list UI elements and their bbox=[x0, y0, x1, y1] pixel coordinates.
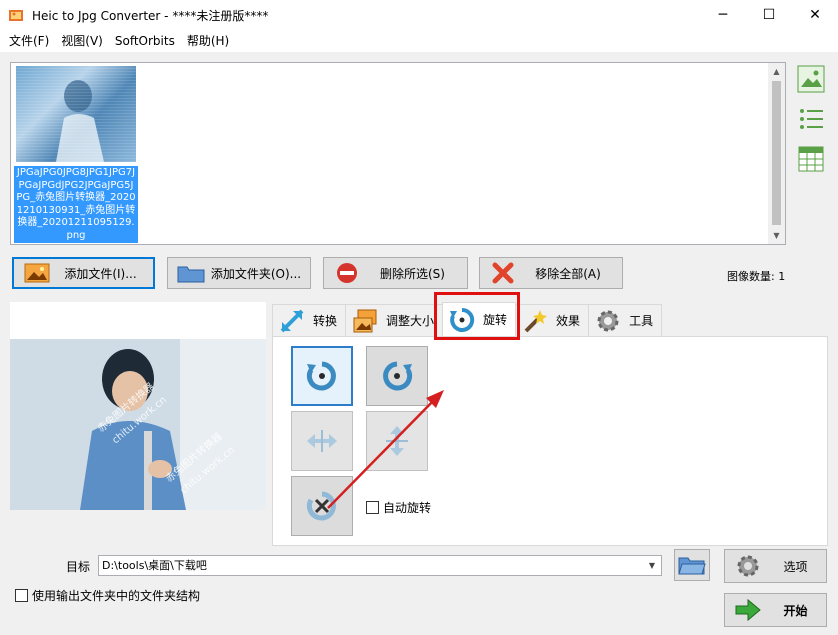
file-list-panel[interactable]: JPGaJPG0JPG8JPG1JPG7JPGaJPGdJPG2JPGaJPG5… bbox=[10, 62, 786, 245]
tab-resize-label: 调整大小 bbox=[386, 314, 435, 328]
window-title: Heic to Jpg Converter - ****未注册版**** bbox=[32, 8, 269, 23]
magic-wand-icon bbox=[522, 308, 548, 334]
menu-softorbits[interactable]: SoftOrbits bbox=[109, 30, 181, 52]
start-arrow-icon bbox=[731, 596, 765, 624]
chevron-down-icon[interactable]: ▼ bbox=[643, 556, 661, 575]
start-button[interactable]: 开始 bbox=[724, 593, 827, 627]
title-bar: Heic to Jpg Converter - ****未注册版**** ─ ☐… bbox=[0, 0, 838, 30]
image-preview: 赤兔图片转换器 chitu.work.cn 赤兔图片转换器 chitu.work… bbox=[10, 302, 266, 510]
target-path-input[interactable]: D:\tools\桌面\下载吧 ▼ bbox=[98, 555, 662, 576]
tab-tools-label: 工具 bbox=[629, 314, 654, 328]
tab-convert[interactable]: 转换 bbox=[272, 304, 347, 336]
menu-bar: 文件(F) 视图(V) SoftOrbits 帮助(H) bbox=[0, 30, 838, 52]
scrollbar-thumb[interactable] bbox=[772, 81, 781, 225]
settings-gear-icon bbox=[731, 552, 765, 580]
file-thumbnail-item[interactable]: JPGaJPG0JPG8JPG1JPG7JPGaJPGdJPG2JPGaJPG5… bbox=[14, 66, 138, 243]
delete-selected-label: 删除所选(S) bbox=[380, 266, 445, 281]
no-entry-icon bbox=[330, 261, 364, 285]
tab-effects[interactable]: 效果 bbox=[515, 304, 590, 336]
menu-help[interactable]: 帮助(H) bbox=[181, 30, 235, 52]
keep-folder-structure-label: 使用输出文件夹中的文件夹结构 bbox=[32, 589, 201, 603]
options-label: 选项 bbox=[783, 559, 808, 574]
gear-icon bbox=[595, 308, 621, 334]
tab-convert-label: 转换 bbox=[313, 314, 338, 328]
add-folder-label: 添加文件夹(O)... bbox=[210, 266, 302, 281]
add-file-label: 添加文件(I)... bbox=[64, 266, 137, 281]
menu-view[interactable]: 视图(V) bbox=[55, 30, 109, 52]
scroll-down-icon[interactable]: ▼ bbox=[768, 227, 785, 244]
thumbnail-image bbox=[16, 66, 136, 162]
browse-folder-button[interactable] bbox=[674, 549, 710, 581]
image-count-text: 图像数量: 1 bbox=[727, 270, 786, 283]
keep-folder-structure-checkbox[interactable]: 使用输出文件夹中的文件夹结构 bbox=[15, 587, 200, 604]
target-path-value: D:\tools\桌面\下载吧 bbox=[102, 559, 207, 572]
close-button[interactable]: ✕ bbox=[792, 0, 838, 30]
tab-resize[interactable]: 调整大小 bbox=[345, 304, 444, 336]
target-label: 目标 bbox=[66, 560, 91, 574]
delete-selected-button[interactable]: 删除所选(S) bbox=[323, 257, 468, 289]
open-folder-icon bbox=[678, 557, 706, 575]
tab-effects-label: 效果 bbox=[556, 314, 581, 328]
resize-arrow-icon bbox=[279, 308, 305, 334]
resize-images-icon bbox=[352, 308, 378, 334]
add-file-button[interactable]: 添加文件(I)... bbox=[12, 257, 155, 289]
scroll-up-icon[interactable]: ▲ bbox=[768, 63, 785, 80]
thumbnail-filename: JPGaJPG0JPG8JPG1JPG7JPGaJPGdJPG2JPGaJPG5… bbox=[14, 166, 138, 243]
remove-all-label: 移除全部(A) bbox=[535, 266, 601, 281]
folder-icon bbox=[174, 261, 208, 285]
maximize-button[interactable]: ☐ bbox=[746, 0, 792, 30]
list-view-icon[interactable] bbox=[797, 105, 825, 133]
menu-file[interactable]: 文件(F) bbox=[3, 30, 55, 52]
start-label: 开始 bbox=[783, 603, 808, 618]
details-view-icon[interactable] bbox=[797, 145, 825, 173]
minimize-button[interactable]: ─ bbox=[700, 0, 746, 30]
preview-background bbox=[10, 302, 266, 339]
remove-all-button[interactable]: 移除全部(A) bbox=[479, 257, 623, 289]
remove-x-icon bbox=[486, 261, 520, 285]
highlight-box-annotation bbox=[434, 292, 520, 340]
annotation-arrow bbox=[327, 390, 444, 509]
thumbnail-view-icon[interactable] bbox=[797, 65, 825, 93]
view-mode-switcher bbox=[797, 65, 827, 185]
tab-tools[interactable]: 工具 bbox=[588, 304, 663, 336]
preview-photo: 赤兔图片转换器 chitu.work.cn 赤兔图片转换器 chitu.work… bbox=[10, 339, 266, 510]
vertical-scrollbar[interactable]: ▲ ▼ bbox=[768, 63, 785, 244]
options-button[interactable]: 选项 bbox=[724, 549, 827, 583]
app-icon bbox=[8, 7, 24, 23]
add-folder-button[interactable]: 添加文件夹(O)... bbox=[167, 257, 311, 289]
add-image-icon bbox=[20, 261, 54, 285]
keep-folder-structure-box[interactable] bbox=[15, 589, 28, 602]
